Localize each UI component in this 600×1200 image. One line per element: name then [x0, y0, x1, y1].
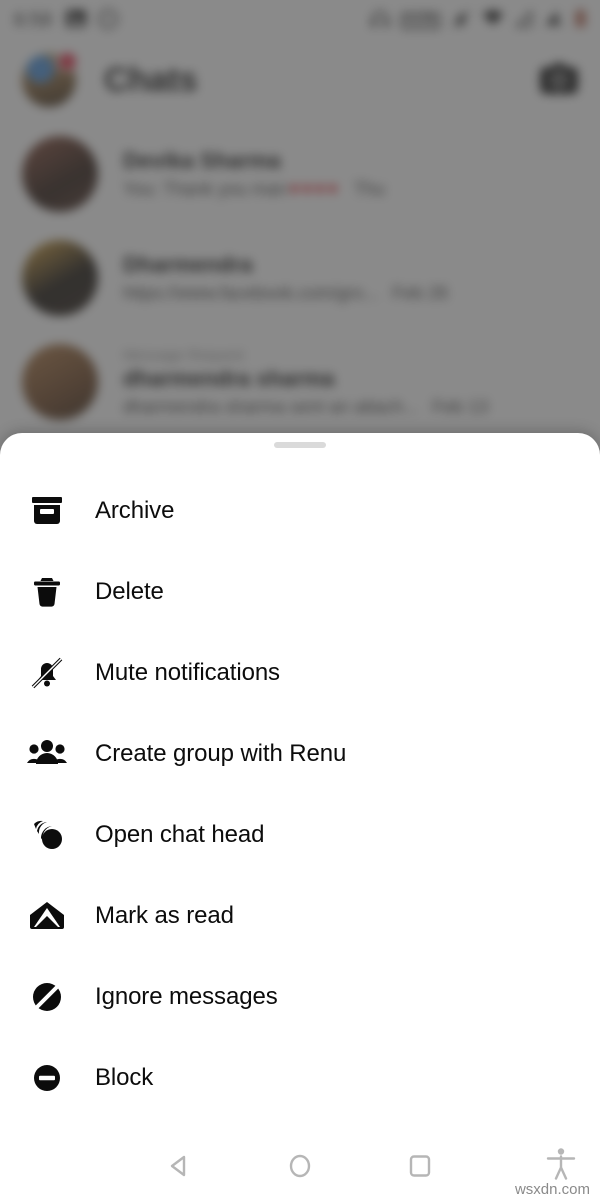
recents-icon[interactable]: [360, 1151, 480, 1181]
bottom-sheet: Archive Delete Mute notifications Create…: [0, 433, 600, 1133]
menu-item-label: Ignore messages: [95, 982, 278, 1010]
android-nav-bar: [0, 1132, 600, 1200]
menu-item-label: Delete: [95, 577, 164, 605]
back-icon[interactable]: [120, 1151, 240, 1181]
accessibility-icon[interactable]: [546, 1147, 576, 1186]
menu-item-label: Mute notifications: [95, 658, 280, 686]
menu-item-label: Create group with Renu: [95, 739, 347, 767]
menu-item-label: Block: [95, 1063, 154, 1091]
open-envelope-icon: [25, 894, 69, 938]
menu-item-open-chat-head[interactable]: Open chat head: [0, 794, 600, 875]
block-minus-icon: [25, 1056, 69, 1100]
menu-item-archive[interactable]: Archive: [0, 470, 600, 551]
menu-item-mute-notifications[interactable]: Mute notifications: [0, 632, 600, 713]
menu-item-mark-as-read[interactable]: Mark as read: [0, 875, 600, 956]
bell-slash-icon: [25, 651, 69, 695]
menu-item-block[interactable]: Block: [0, 1037, 600, 1118]
drag-handle[interactable]: [274, 442, 326, 448]
circle-slash-icon: [25, 975, 69, 1019]
context-menu: Archive Delete Mute notifications Create…: [0, 470, 600, 1118]
menu-item-create-group[interactable]: Create group with Renu: [0, 713, 600, 794]
chat-heads-icon: [25, 813, 69, 857]
group-icon: [25, 732, 69, 776]
menu-item-ignore-messages[interactable]: Ignore messages: [0, 956, 600, 1037]
menu-item-label: Archive: [95, 496, 175, 524]
home-icon[interactable]: [240, 1151, 360, 1181]
archive-icon: [25, 489, 69, 533]
trash-icon: [25, 570, 69, 614]
menu-item-label: Open chat head: [95, 820, 265, 848]
menu-item-delete[interactable]: Delete: [0, 551, 600, 632]
watermark: wsxdn.com: [514, 1181, 590, 1198]
menu-item-label: Mark as read: [95, 901, 234, 929]
